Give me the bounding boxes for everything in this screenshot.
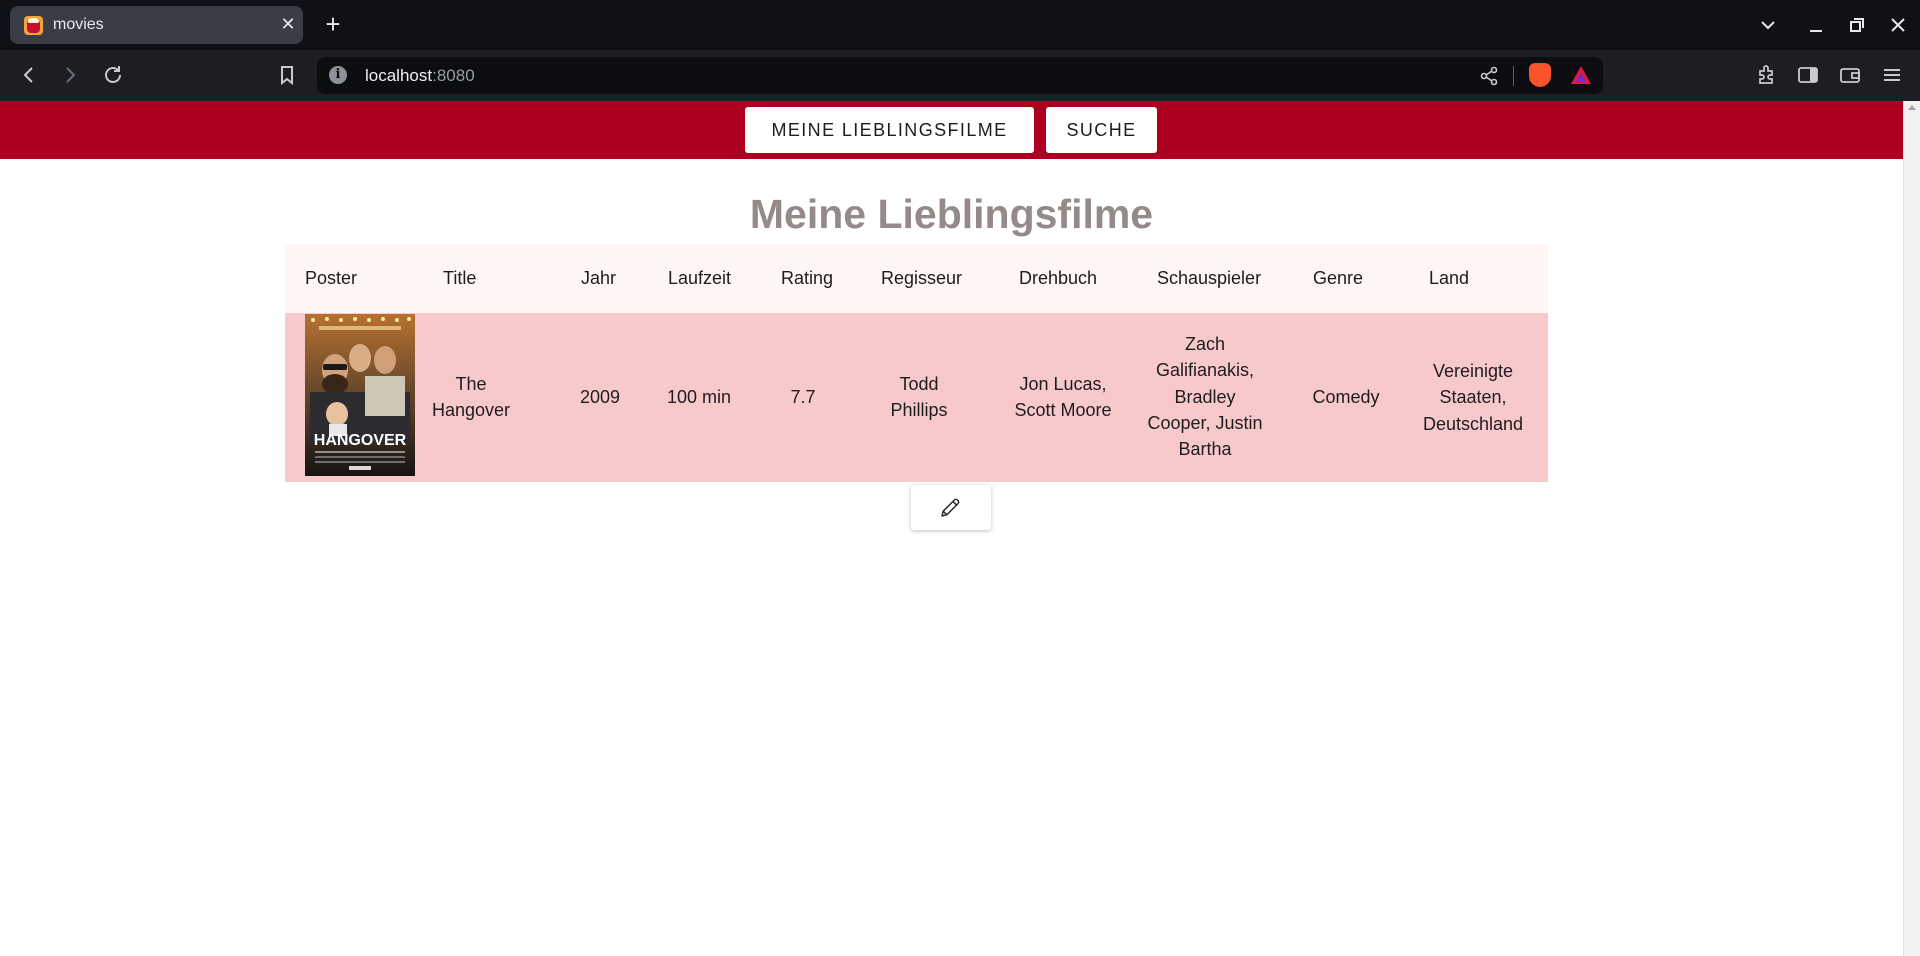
- browser-tab-bar: movies ✕ +: [0, 0, 1920, 50]
- edit-button[interactable]: [911, 485, 991, 530]
- cell-year: 2009: [579, 387, 621, 407]
- search-nav-button[interactable]: SUCHE: [1046, 107, 1157, 153]
- cell-genre: Comedy: [1312, 387, 1380, 407]
- brave-rewards-icon[interactable]: [1571, 66, 1591, 84]
- page-scrollbar[interactable]: [1903, 101, 1920, 956]
- column-header: Regisseur: [881, 268, 963, 288]
- close-window-icon[interactable]: [1886, 13, 1910, 37]
- url-separator: [1513, 66, 1514, 86]
- menu-icon[interactable]: [1879, 62, 1905, 88]
- brave-shields-icon[interactable]: [1529, 63, 1551, 87]
- cell-actors: Zach Galifianakis, Bradley Cooper, Justi…: [1147, 334, 1263, 460]
- forward-icon[interactable]: [57, 62, 83, 88]
- reload-icon[interactable]: [100, 62, 126, 88]
- app-navbar: MEINE LIEBLINGSFILME SUCHE: [0, 101, 1903, 159]
- browser-toolbar: i localhost:8080: [0, 50, 1920, 101]
- tab-list-chevron-icon[interactable]: [1756, 13, 1780, 37]
- wallet-icon[interactable]: [1837, 62, 1863, 88]
- column-header: Jahr: [581, 268, 617, 288]
- close-tab-icon[interactable]: ✕: [278, 14, 298, 34]
- column-header: Poster: [305, 268, 358, 288]
- url-text[interactable]: localhost:8080: [365, 66, 475, 86]
- movie-poster: HANGOVER: [305, 314, 415, 476]
- page-title: Meine Lieblingsfilme: [749, 191, 1154, 237]
- back-icon[interactable]: [16, 62, 42, 88]
- extensions-icon[interactable]: [1754, 62, 1780, 88]
- cell-runtime: 100 min: [666, 387, 732, 407]
- restore-icon[interactable]: [1845, 13, 1869, 37]
- share-icon[interactable]: [1477, 64, 1501, 88]
- new-tab-button[interactable]: +: [320, 11, 346, 37]
- column-header: Laufzeit: [668, 268, 732, 288]
- favorites-nav-button[interactable]: MEINE LIEBLINGSFILME: [745, 107, 1034, 153]
- table-header-row: Poster Title Jahr Laufzeit Rating Regiss…: [285, 244, 1548, 313]
- pencil-icon: [941, 498, 960, 517]
- site-info-icon[interactable]: i: [329, 66, 347, 84]
- cell-writer: Jon Lucas, Scott Moore: [1014, 374, 1112, 421]
- minimize-icon[interactable]: [1804, 13, 1828, 37]
- column-header: Schauspieler: [1157, 268, 1262, 288]
- column-header: Land: [1429, 268, 1470, 288]
- scroll-up-arrow-icon[interactable]: [1908, 105, 1916, 110]
- url-port: :8080: [432, 66, 475, 85]
- column-header: Genre: [1313, 268, 1364, 288]
- movies-table: Poster Title Jahr Laufzeit Rating Regiss…: [285, 244, 1548, 482]
- bookmark-icon[interactable]: [274, 62, 300, 88]
- cell-director: Todd Phillips: [890, 374, 948, 421]
- popcorn-icon: [24, 16, 43, 35]
- cell-country: Vereinigte Staaten, Deutschland: [1422, 361, 1524, 434]
- column-header: Drehbuch: [1019, 268, 1098, 288]
- poster-title: HANGOVER: [314, 432, 407, 449]
- tab-title: movies: [53, 16, 104, 33]
- table-row: HANGOVER The Hangover 2009 100 min 7.7 T…: [285, 313, 1548, 482]
- column-header: Rating: [781, 268, 834, 288]
- cell-title: The Hangover: [431, 374, 511, 421]
- page-content: MEINE LIEBLINGSFILME SUCHE Meine Lieblin…: [0, 101, 1903, 956]
- browser-tab[interactable]: movies ✕: [10, 6, 303, 44]
- sidebar-icon[interactable]: [1795, 62, 1821, 88]
- column-header: Title: [443, 268, 477, 288]
- cell-rating: 7.7: [790, 387, 816, 407]
- address-bar[interactable]: i localhost:8080: [317, 57, 1603, 94]
- url-host: localhost: [365, 66, 433, 85]
